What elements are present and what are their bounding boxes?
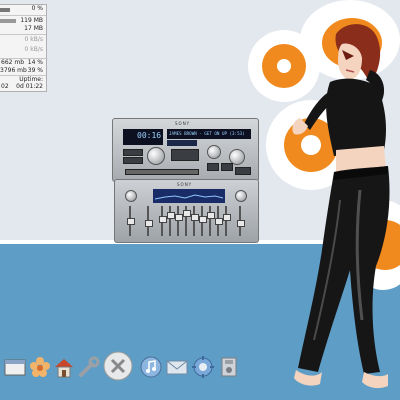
window-icon[interactable] bbox=[3, 355, 27, 379]
settings-icon[interactable] bbox=[191, 355, 215, 379]
home-icon[interactable] bbox=[52, 355, 76, 379]
flower-icon[interactable] bbox=[28, 355, 52, 379]
mail-icon[interactable] bbox=[165, 355, 189, 379]
woman-illustration bbox=[292, 24, 390, 389]
wrench-icon[interactable] bbox=[77, 355, 101, 379]
music-icon[interactable] bbox=[139, 355, 163, 379]
close-icon[interactable] bbox=[103, 351, 133, 381]
disk-icon[interactable] bbox=[217, 355, 241, 379]
